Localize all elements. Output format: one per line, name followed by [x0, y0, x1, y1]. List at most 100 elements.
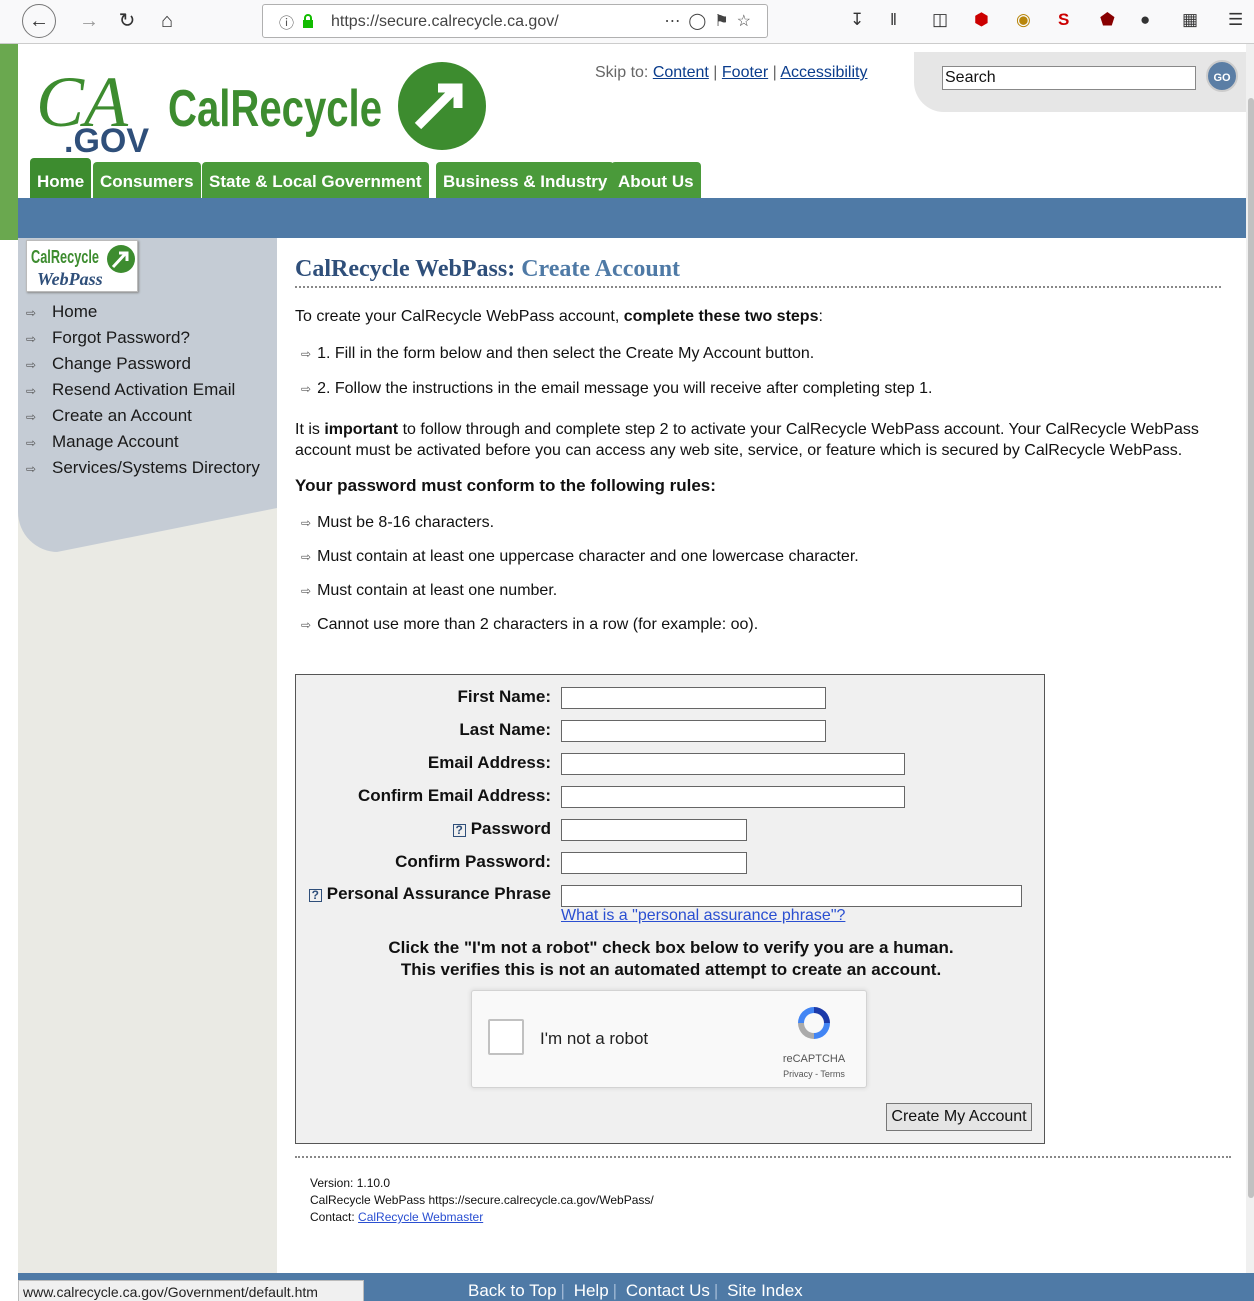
- confirm-email-label: Confirm Email Address:: [357, 786, 551, 805]
- sidebar-item-manage-account[interactable]: ⇨ Manage Account: [26, 432, 260, 458]
- confirm-email-field[interactable]: [561, 786, 905, 808]
- create-account-form: First Name: Last Name: Email Address: Co…: [295, 674, 1045, 1144]
- webpass-url-text: CalRecycle WebPass https://secure.calrec…: [310, 1193, 654, 1207]
- lock-icon: [303, 14, 313, 28]
- contact-us-link[interactable]: Contact Us: [626, 1281, 710, 1300]
- what-is-pap-link[interactable]: What is a "personal assurance phrase"?: [561, 907, 845, 925]
- extension-calendar-icon[interactable]: ▦: [1182, 10, 1198, 30]
- double-chevron-icon: ⇨: [26, 462, 37, 476]
- rule-text: Must contain at least one uppercase char…: [317, 548, 859, 565]
- intro-text: To create your CalRecycle WebPass accoun…: [295, 306, 1225, 327]
- ca-gov-logo[interactable]: CA .GOV: [34, 56, 178, 156]
- personal-assurance-phrase-field[interactable]: [561, 885, 1022, 907]
- bottom-links: Back to Top | Help | Contact Us | Site Inde…: [468, 1281, 803, 1300]
- recaptcha-icon: [798, 1007, 830, 1039]
- sidebar-item-resend-activation[interactable]: ⇨ Resend Activation Email: [26, 380, 260, 406]
- first-name-field[interactable]: [561, 687, 826, 709]
- home-icon[interactable]: ⌂: [152, 6, 182, 36]
- last-name-field[interactable]: [561, 720, 826, 742]
- site-index-link[interactable]: Site Index: [727, 1281, 803, 1300]
- library-icon[interactable]: ‖: [890, 10, 897, 30]
- tab-business-industry[interactable]: Business & Industry: [436, 162, 615, 198]
- email-field[interactable]: [561, 753, 905, 775]
- rule-item: ⇨ Must contain at least one number.: [295, 580, 1225, 602]
- page-title-prefix: CalRecycle WebPass:: [295, 256, 516, 282]
- help-icon[interactable]: ?: [452, 824, 466, 837]
- extension-monkey-icon[interactable]: ◉: [1016, 10, 1031, 30]
- sidebar-item-label: Create an Account: [52, 406, 192, 425]
- site-header: CA .GOV CalRecycle Skip to: Content | Fo…: [18, 44, 1254, 198]
- double-chevron-icon: ⇨: [301, 382, 312, 396]
- back-arrow-icon[interactable]: ←: [22, 4, 56, 38]
- password-field[interactable]: [561, 819, 747, 841]
- captcha-instructions: Click the "I'm not a robot" check box be…: [296, 937, 1046, 981]
- double-chevron-icon: ⇨: [26, 306, 37, 320]
- step-item: ⇨ 1. Fill in the form below and then sele…: [295, 343, 1225, 365]
- extension-glasses-icon[interactable]: ●: [1140, 10, 1150, 30]
- contact-label: Contact:: [310, 1210, 355, 1224]
- calrecycle-logo[interactable]: CalRecycle: [168, 54, 488, 154]
- footer-divider: [295, 1156, 1231, 1158]
- search-input[interactable]: [942, 66, 1196, 90]
- help-link[interactable]: Help: [574, 1281, 609, 1300]
- browser-toolbar: ← → ↻ ⌂ ⓘ https://secure.calrecycle.ca.g…: [0, 0, 1254, 44]
- url-bar[interactable]: ⓘ https://secure.calrecycle.ca.gov/ ⋯◯⚑☆: [262, 4, 768, 38]
- go-button[interactable]: GO: [1206, 60, 1238, 92]
- main-content: CalRecycle WebPass: Create Account To cr…: [295, 256, 1225, 636]
- reload-icon[interactable]: ↻: [112, 6, 142, 36]
- intro-end: :: [818, 308, 823, 325]
- skip-to-footer-link[interactable]: Footer: [722, 64, 768, 81]
- create-my-account-button[interactable]: Create My Account: [886, 1103, 1032, 1131]
- scrollbar-thumb[interactable]: [1248, 98, 1254, 1198]
- sidebar-item-label: Change Password: [52, 354, 191, 373]
- sidebar-item-create-account[interactable]: ⇨ Create an Account: [26, 406, 260, 432]
- skip-to-label: Skip to:: [595, 64, 649, 81]
- important-pre: It is: [295, 421, 320, 438]
- tab-home[interactable]: Home: [30, 158, 92, 198]
- skip-to-content-link[interactable]: Content: [653, 64, 709, 81]
- rule-text: Must be 8-16 characters.: [317, 514, 495, 531]
- page-actions[interactable]: ⋯◯⚑☆: [664, 11, 759, 31]
- sidebar-item-forgot-password[interactable]: ⇨ Forgot Password?: [26, 328, 260, 354]
- ublock-icon[interactable]: ⬟: [1100, 10, 1115, 30]
- double-chevron-icon: ⇨: [301, 347, 312, 361]
- download-icon[interactable]: ↧: [850, 10, 864, 30]
- webmaster-link[interactable]: CalRecycle Webmaster: [358, 1210, 483, 1224]
- tab-state-local-government[interactable]: State & Local Government: [202, 162, 429, 198]
- sidebar-icon[interactable]: ◫: [932, 10, 948, 30]
- forward-arrow-icon[interactable]: →: [74, 6, 104, 36]
- extension-s-icon[interactable]: S: [1058, 10, 1069, 30]
- email-label: Email Address:: [427, 753, 551, 772]
- contact-line: Contact: CalRecycle Webmaster: [310, 1209, 654, 1226]
- status-bar-url: www.calrecycle.ca.gov/Government/default…: [18, 1280, 364, 1301]
- double-chevron-icon: ⇨: [26, 384, 37, 398]
- recaptcha-privacy-terms-link[interactable]: Privacy - Terms: [778, 1069, 850, 1079]
- skip-to-accessibility-link[interactable]: Accessibility: [780, 64, 867, 81]
- important-post: to follow through and complete step 2 to…: [295, 421, 1199, 459]
- menu-icon[interactable]: ☰: [1228, 10, 1243, 30]
- confirm-password-field[interactable]: [561, 852, 747, 874]
- sidebar-item-services-directory[interactable]: ⇨ Services/Systems Directory: [26, 458, 260, 484]
- sidebar-item-home[interactable]: ⇨ Home: [26, 302, 260, 328]
- tab-about-us[interactable]: About Us: [611, 162, 701, 198]
- intro-bold: complete these two steps: [623, 308, 819, 325]
- recaptcha-brand: reCAPTCHA: [782, 1053, 846, 1065]
- rule-item: ⇨ Must contain at least one uppercase cha…: [295, 546, 1225, 568]
- sidebar-item-label: Manage Account: [52, 432, 179, 451]
- webpass-logo-graphic: CalRecycle WebPass: [31, 245, 135, 289]
- tab-consumers[interactable]: Consumers: [93, 162, 201, 198]
- webpass-logo[interactable]: CalRecycle WebPass: [26, 240, 138, 292]
- webpass-logo-line2: WebPass: [37, 269, 103, 289]
- double-chevron-icon: ⇨: [301, 584, 312, 598]
- double-chevron-icon: ⇨: [26, 436, 37, 450]
- recaptcha-checkbox[interactable]: [488, 1019, 524, 1055]
- sidebar-item-change-password[interactable]: ⇨ Change Password: [26, 354, 260, 380]
- help-icon[interactable]: ?: [308, 889, 322, 902]
- back-to-top-link[interactable]: Back to Top: [468, 1281, 557, 1300]
- svg-text:.GOV: .GOV: [64, 122, 149, 156]
- double-chevron-icon: ⇨: [26, 410, 37, 424]
- sidebar-item-label: Forgot Password?: [52, 328, 190, 347]
- info-icon[interactable]: ⓘ: [279, 12, 294, 33]
- adblock-icon[interactable]: ⬢: [974, 10, 989, 30]
- last-name-label: Last Name:: [459, 720, 551, 739]
